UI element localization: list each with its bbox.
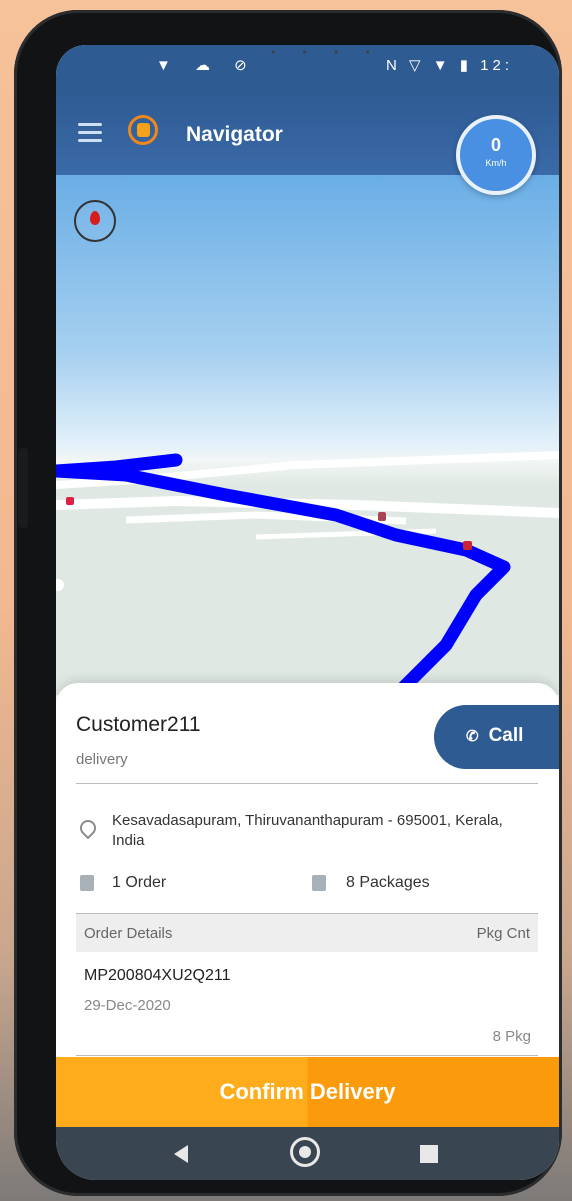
order-date: 29-Dec-2020 xyxy=(84,997,171,1014)
phone-icon: ✆ xyxy=(466,728,479,745)
map-route xyxy=(56,453,511,695)
status-left-icons: ▼ ☁ ⊘ xyxy=(156,57,257,74)
clipboard-icon xyxy=(80,875,94,891)
speed-unit: Km/h xyxy=(485,158,507,168)
divider xyxy=(76,783,538,784)
customer-address: Kesavadasapuram, Thiruvananthapuram - 69… xyxy=(112,812,503,849)
camera-cutout: • • • • xyxy=(271,45,382,59)
phone-side-button xyxy=(18,448,28,528)
screen: ▼ ☁ ⊘ • • • • N ▽ ▼ ▮ 12: Navigator 0 Km… xyxy=(56,45,559,1180)
map-view[interactable] xyxy=(56,175,559,695)
map-marker xyxy=(378,512,386,521)
map-canvas xyxy=(56,451,559,695)
customer-type: delivery xyxy=(76,751,128,768)
packages-icon xyxy=(312,875,326,891)
divider xyxy=(76,1055,538,1056)
system-nav-bar xyxy=(56,1127,559,1180)
call-label: Call xyxy=(488,725,524,746)
status-right-icons: N ▽ ▼ ▮ 12: xyxy=(386,57,513,74)
package-count: 8 Packages xyxy=(346,874,430,891)
speed-value: 0 xyxy=(490,135,501,155)
back-icon[interactable] xyxy=(174,1145,188,1163)
order-id: MP200804XU2Q211 xyxy=(84,967,231,984)
confirm-delivery-button[interactable]: Confirm Delivery xyxy=(56,1057,559,1127)
speedometer: 0 Km/h xyxy=(456,115,536,195)
status-bar: ▼ ☁ ⊘ • • • • N ▽ ▼ ▮ 12: xyxy=(56,45,559,93)
app-title: Navigator xyxy=(186,123,283,146)
map-marker xyxy=(463,541,472,550)
navigator-logo-icon xyxy=(128,115,158,145)
recent-apps-icon[interactable] xyxy=(420,1145,438,1163)
customer-name: Customer211 xyxy=(76,713,201,736)
map-marker xyxy=(66,497,74,505)
phone-frame: ▼ ☁ ⊘ • • • • N ▽ ▼ ▮ 12: Navigator 0 Km… xyxy=(14,10,562,1196)
delivery-card: Customer211 delivery ✆ Call Kesavadasapur… xyxy=(56,683,559,1098)
home-icon[interactable] xyxy=(290,1137,320,1167)
pkg-cnt-label: Pkg Cnt xyxy=(476,925,530,942)
map-marker xyxy=(56,579,64,591)
order-pkg-count: 8 Pkg xyxy=(492,1028,531,1045)
call-button[interactable]: ✆ Call xyxy=(434,705,559,769)
order-count: 1 Order xyxy=(112,874,167,891)
order-details-label: Order Details xyxy=(84,925,173,942)
compass-icon[interactable] xyxy=(74,200,116,242)
order-details-header: Order Details Pkg Cnt xyxy=(76,913,538,952)
location-pin-icon xyxy=(76,816,100,840)
hamburger-menu-icon[interactable] xyxy=(78,123,102,143)
